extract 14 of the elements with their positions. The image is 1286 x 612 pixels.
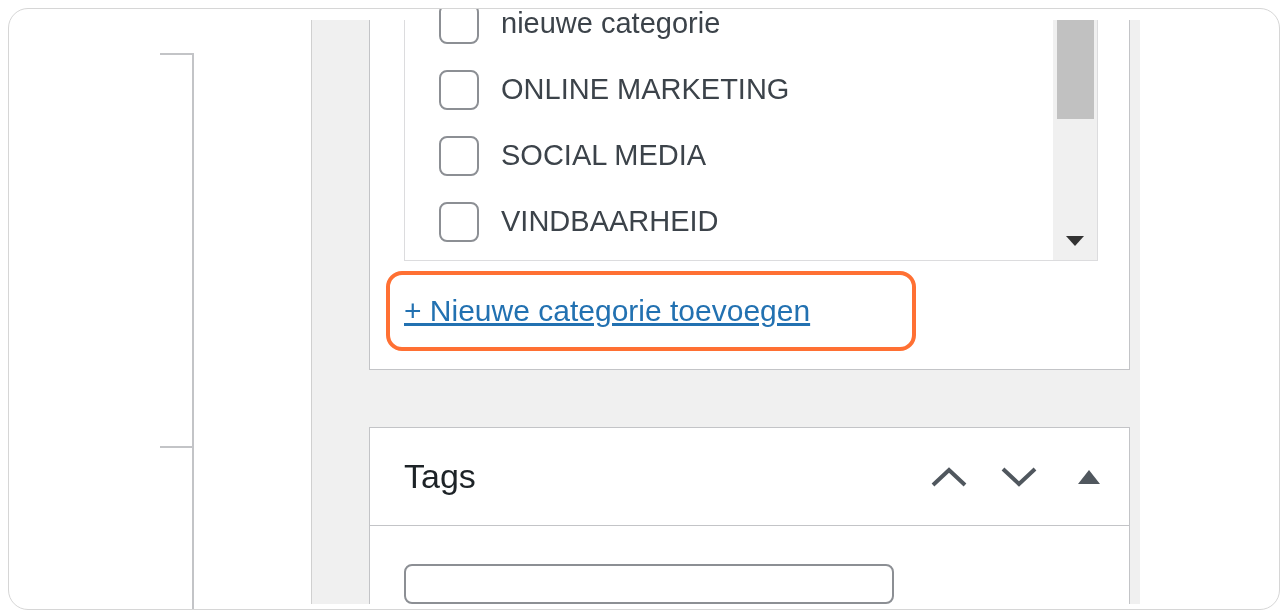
checkbox[interactable] <box>439 9 479 44</box>
panel-title: Tags <box>404 457 477 496</box>
checkbox[interactable] <box>439 135 479 176</box>
checkbox[interactable] <box>439 201 479 242</box>
scroll-down-icon[interactable] <box>1066 236 1084 246</box>
category-label: VINDBAARHEID <box>501 205 719 238</box>
tag-input-field[interactable] <box>404 564 894 604</box>
category-label: SOCIAL MEDIA <box>501 139 707 172</box>
add-category-link[interactable]: + Nieuwe categorie toevoegen <box>404 294 811 328</box>
category-label: ONLINE MARKETING <box>501 73 790 106</box>
checkbox[interactable] <box>439 69 479 110</box>
scrollbar[interactable] <box>1053 20 1097 260</box>
scroll-thumb[interactable] <box>1056 20 1094 119</box>
category-label: nieuwe categorie <box>501 9 721 40</box>
